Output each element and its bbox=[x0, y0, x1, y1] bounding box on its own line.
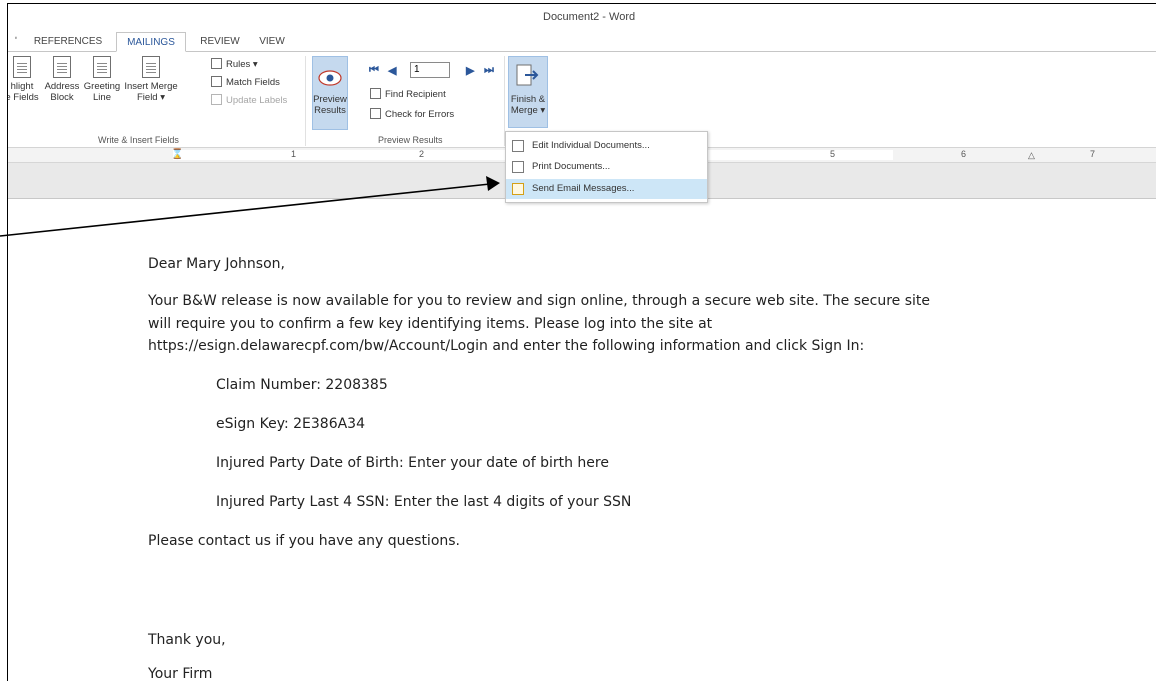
esign-key-text: eSign Key: 2E386A34 bbox=[216, 416, 365, 432]
rules-icon bbox=[211, 58, 222, 69]
update-labels-button[interactable]: Update Labels bbox=[211, 94, 287, 108]
indent-marker-icon[interactable]: ⌛ bbox=[171, 149, 183, 160]
check-errors-icon bbox=[370, 108, 381, 119]
tab-partial[interactable]: ʹ bbox=[10, 32, 22, 52]
dob-text: Injured Party Date of Birth: Enter your … bbox=[216, 455, 609, 471]
ruler-number: 1 bbox=[291, 149, 297, 159]
finish-merge-button[interactable]: Finish & Merge ▾ bbox=[508, 56, 548, 128]
claim-number-text: Claim Number: 2208385 bbox=[216, 377, 388, 393]
record-number-input[interactable]: 1 bbox=[410, 62, 450, 78]
ssn-text: Injured Party Last 4 SSN: Enter the last… bbox=[216, 494, 632, 510]
find-recipient-icon bbox=[370, 88, 381, 99]
address-block-icon bbox=[53, 56, 71, 78]
greeting-text: Dear Mary Johnson, bbox=[148, 256, 285, 272]
printer-icon bbox=[512, 161, 524, 173]
match-fields-button[interactable]: Match Fields bbox=[211, 76, 280, 90]
finish-merge-icon bbox=[516, 64, 539, 86]
thanks-text: Thank you, bbox=[148, 632, 226, 648]
finish-merge-dropdown: Edit Individual Documents... Print Docum… bbox=[505, 131, 708, 203]
tab-references[interactable]: REFERENCES bbox=[30, 32, 106, 52]
email-icon bbox=[512, 183, 524, 195]
menu-item-print-documents[interactable]: Print Documents... bbox=[506, 157, 707, 177]
signature-text: Your Firm bbox=[148, 666, 213, 681]
tab-mailings[interactable]: MAILINGS bbox=[116, 32, 186, 52]
address-block-button[interactable]: Address Block bbox=[42, 56, 82, 103]
window-title: Document2 - Word bbox=[543, 11, 636, 23]
document-page[interactable]: Dear Mary Johnson, Your B&W release is n… bbox=[8, 198, 1156, 681]
update-labels-icon bbox=[211, 94, 222, 105]
preview-results-button[interactable]: Preview Results bbox=[312, 56, 348, 130]
menu-item-edit-individual-documents[interactable]: Edit Individual Documents... bbox=[506, 136, 707, 156]
next-record-icon[interactable]: ▶ bbox=[466, 64, 474, 77]
highlight-fields-icon bbox=[13, 56, 31, 78]
title-bar: Document2 - Word bbox=[8, 4, 1156, 29]
contact-text: Please contact us if you have any questi… bbox=[148, 533, 460, 549]
group-label-preview-results: Preview Results bbox=[378, 135, 443, 145]
word-window: Document2 - Word ʹ REFERENCES MAILINGS R… bbox=[7, 3, 1156, 681]
greeting-line-button[interactable]: Greeting Line bbox=[82, 56, 122, 103]
ruler-number: 7 bbox=[1090, 149, 1096, 159]
body-line-1: Your B&W release is now available for yo… bbox=[148, 293, 931, 309]
group-label-write-insert: Write & Insert Fields bbox=[98, 135, 179, 145]
first-record-icon[interactable]: ⏮ bbox=[369, 64, 379, 77]
check-errors-button[interactable]: Check for Errors bbox=[370, 108, 454, 122]
greeting-line-icon bbox=[93, 56, 111, 78]
last-record-icon[interactable]: ⏭ bbox=[484, 64, 494, 77]
find-recipient-button[interactable]: Find Recipient bbox=[370, 88, 446, 102]
match-fields-icon bbox=[211, 76, 222, 87]
rules-button[interactable]: Rules ▾ bbox=[211, 58, 258, 72]
insert-merge-field-icon bbox=[142, 56, 160, 78]
ruler-number: 2 bbox=[419, 149, 425, 159]
ribbon-tabs: ʹ REFERENCES MAILINGS REVIEW VIEW bbox=[8, 32, 1156, 52]
body-line-3: https://esign.delawarecpf.com/bw/Account… bbox=[148, 338, 865, 354]
ruler-number: 6 bbox=[961, 149, 967, 159]
tab-view[interactable]: VIEW bbox=[252, 32, 292, 52]
right-indent-marker-icon[interactable]: △ bbox=[1028, 150, 1035, 161]
menu-item-send-email-messages[interactable]: Send Email Messages... bbox=[506, 179, 707, 199]
edit-documents-icon bbox=[512, 140, 524, 152]
group-separator bbox=[305, 56, 306, 146]
tab-review[interactable]: REVIEW bbox=[196, 32, 244, 52]
highlight-merge-fields-button[interactable]: hlight e Fields bbox=[8, 56, 42, 103]
body-line-2: will require you to confirm a few key id… bbox=[148, 316, 713, 332]
ruler-number: 5 bbox=[830, 149, 836, 159]
insert-merge-field-button[interactable]: Insert Merge Field ▾ bbox=[122, 56, 180, 103]
previous-record-icon[interactable]: ◀ bbox=[388, 64, 396, 77]
preview-results-icon bbox=[318, 70, 342, 86]
